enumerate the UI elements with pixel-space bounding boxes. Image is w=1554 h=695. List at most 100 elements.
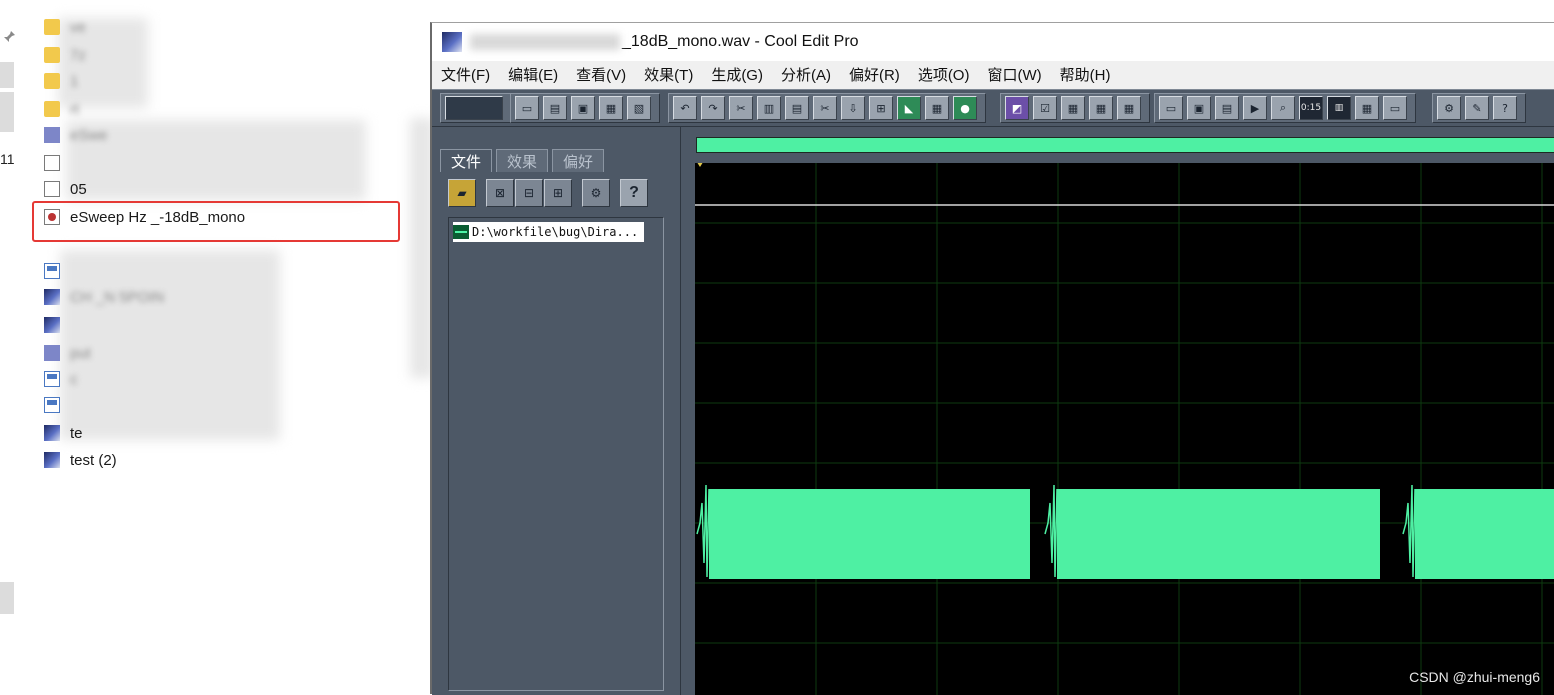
copy-icon[interactable]: ▥ [757, 96, 781, 120]
file-item[interactable] [44, 392, 70, 418]
file-item[interactable]: 1 [44, 68, 78, 94]
save-icon[interactable]: ▣ [571, 96, 595, 120]
folder-icon [44, 19, 60, 35]
media-icon [44, 345, 60, 361]
toolbar-group-windows: ▭ ▣ ▤ ▶ ⌕ 0:15 ▥ ▦ ▭ [1154, 93, 1416, 123]
file-item[interactable]: 05 [44, 176, 87, 202]
edge-block [0, 62, 14, 88]
window-icon[interactable]: ▤ [1215, 96, 1239, 120]
file-item[interactable]: te [44, 420, 83, 446]
title-bar[interactable]: _18dB_mono.wav - Cool Edit Pro [432, 23, 1554, 61]
list-item[interactable]: D:\workfile\bug\Dira... [453, 222, 645, 242]
edit-file-icon[interactable]: ⊞ [544, 179, 572, 207]
grid-icon[interactable]: ▦ [1117, 96, 1141, 120]
menu-help[interactable]: 帮助(H) [1060, 64, 1111, 85]
overview-bar[interactable] [696, 137, 1554, 153]
cool-edit-icon [44, 289, 60, 305]
file-item[interactable] [44, 150, 70, 176]
highlight-box [32, 201, 400, 242]
file-item[interactable] [44, 312, 70, 338]
organizer-help-button[interactable]: ? [620, 179, 648, 207]
grid-icon[interactable]: ▦ [1061, 96, 1085, 120]
spectrum-icon[interactable]: ▦ [1355, 96, 1379, 120]
open-folder-icon[interactable]: ▰ [448, 179, 476, 207]
file-name: ve [70, 18, 86, 36]
watermark: CSDN @zhui-meng6 [1409, 669, 1540, 685]
mix-paste-icon[interactable]: ⊞ [869, 96, 893, 120]
file-item[interactable]: 7z [44, 42, 86, 68]
menu-analyze[interactable]: 分析(A) [781, 64, 831, 85]
start-marker-icon [697, 163, 703, 167]
script-icon[interactable]: ✎ [1465, 96, 1489, 120]
file-item[interactable]: put [44, 340, 91, 366]
help-button[interactable]: ? [1493, 96, 1517, 120]
file-item[interactable]: rt [44, 96, 79, 122]
menu-window[interactable]: 窗口(W) [987, 64, 1041, 85]
close-file-icon[interactable]: ⊠ [486, 179, 514, 207]
menu-favorites[interactable]: 偏好(R) [849, 64, 900, 85]
main-toolbar: ▭ ▤ ▣ ▦ ▧ ↶ ↷ ✂ ▥ ▤ ✂ ⇩ ⊞ ◣ ▦ ● ◩ ☑ ▦ ▦ … [432, 89, 1554, 127]
open-file-icon[interactable]: ▤ [543, 96, 567, 120]
grid-icon[interactable]: ▦ [1089, 96, 1113, 120]
waveform-display[interactable] [695, 163, 1554, 695]
level-meter-icon[interactable]: ▥ [1327, 96, 1351, 120]
spectral-view-icon[interactable]: ☑ [1033, 96, 1057, 120]
file-name: 05 [70, 180, 87, 198]
zoom-icon[interactable]: ⌕ [1271, 96, 1295, 120]
file-item[interactable]: test (2) [44, 447, 117, 473]
media-icon [44, 127, 60, 143]
file-item[interactable]: c [44, 366, 78, 392]
menu-generate[interactable]: 生成(G) [711, 64, 763, 85]
cool-edit-icon [44, 425, 60, 441]
undo-icon[interactable]: ↶ [673, 96, 697, 120]
window-icon[interactable]: ▭ [1159, 96, 1183, 120]
menu-effects[interactable]: 效果(T) [644, 64, 693, 85]
file-name: eSwe [70, 126, 108, 144]
tab-files[interactable]: 文件 [440, 149, 493, 172]
file-explorer: 11 ve 7z 1 rt eSwe 05 eSweep Hz _-18dB_m… [0, 0, 434, 694]
new-file-icon[interactable]: ▭ [515, 96, 539, 120]
organizer-file-list[interactable]: D:\workfile\bug\Dira... [448, 217, 664, 691]
play-icon[interactable]: ▶ [1243, 96, 1267, 120]
window-icon[interactable]: ▣ [1187, 96, 1211, 120]
file-item[interactable]: ve [44, 14, 86, 40]
loop-icon[interactable]: ● [953, 96, 977, 120]
grid-lines [695, 163, 1554, 695]
file-item[interactable]: CH _N 5POIN [44, 284, 164, 310]
save-all-icon[interactable]: ▦ [599, 96, 623, 120]
insert-icon[interactable]: ▦ [925, 96, 949, 120]
waveform-view-icon[interactable]: ◩ [1005, 96, 1029, 120]
menu-file[interactable]: 文件(F) [441, 64, 490, 85]
insert-multitrack-icon[interactable]: ⊟ [515, 179, 543, 207]
copy-new-icon[interactable]: ▤ [785, 96, 809, 120]
options-icon[interactable]: ⚙ [582, 179, 610, 207]
tab-favorites[interactable]: 偏好 [552, 149, 605, 172]
file-name: rt [70, 100, 80, 118]
waveform-blocks [696, 484, 1554, 579]
trim-icon[interactable]: ✂ [729, 96, 753, 120]
waveform-block [1057, 489, 1380, 579]
pin-icon[interactable] [2, 30, 16, 44]
envelope-icon[interactable]: ◣ [897, 96, 921, 120]
time-display-button[interactable]: 0:15 [1299, 96, 1323, 120]
waveform-block [709, 489, 1030, 579]
multitrack-toggle-icon[interactable] [445, 96, 503, 120]
menu-options[interactable]: 选项(O) [918, 64, 970, 85]
menu-view[interactable]: 查看(V) [576, 64, 626, 85]
toolbar-group-mode [440, 93, 512, 123]
file-item[interactable]: eSwe [44, 122, 108, 148]
toolbar-group-help: ⚙ ✎ ? [1432, 93, 1526, 123]
close-file-icon[interactable]: ▧ [627, 96, 651, 120]
window-icon[interactable]: ▭ [1383, 96, 1407, 120]
file-item[interactable] [44, 258, 70, 284]
app-icon [44, 397, 60, 413]
waveform-view: CSDN @zhui-meng6 [692, 127, 1554, 695]
paste-icon[interactable]: ⇩ [841, 96, 865, 120]
tab-effects[interactable]: 效果 [496, 149, 549, 172]
settings-icon[interactable]: ⚙ [1437, 96, 1461, 120]
cool-edit-logo-icon[interactable] [442, 32, 462, 52]
menu-edit[interactable]: 编辑(E) [508, 64, 558, 85]
waveform-block [1415, 489, 1554, 579]
redo-icon[interactable]: ↷ [701, 96, 725, 120]
cut-icon[interactable]: ✂ [813, 96, 837, 120]
